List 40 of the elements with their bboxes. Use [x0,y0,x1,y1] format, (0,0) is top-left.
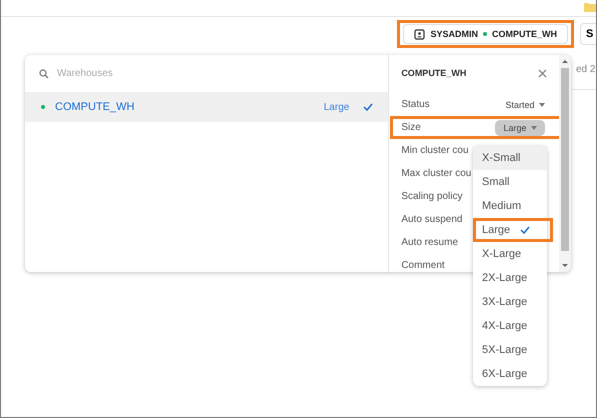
size-option[interactable]: 6X-Large [473,362,547,386]
size-option[interactable]: X-Small [473,146,547,170]
status-dropdown[interactable]: Started [505,100,545,110]
field-label: Max cluster cou [401,168,472,179]
size-option[interactable]: Small [473,170,547,194]
field-label: Min cluster cou [401,145,469,156]
background-text: ed 2 [576,64,596,75]
field-label: Auto resume [401,237,458,248]
caret-icon [531,126,537,130]
details-title: COMPUTE_WH [401,68,466,78]
toolbar-button[interactable]: S [580,23,596,45]
size-option[interactable]: 5X-Large [473,338,547,362]
field-label: Size [401,122,421,133]
size-option[interactable]: 4X-Large [473,314,547,338]
warehouse-size: Large [324,102,350,112]
close-icon[interactable] [538,68,547,78]
size-dropdown[interactable]: Large [495,120,545,136]
warehouse-name: COMPUTE_WH [55,101,136,113]
size-option[interactable]: 3X-Large [473,290,547,314]
warehouse-label: COMPUTE_WH [492,29,557,39]
size-option[interactable]: 2X-Large [473,266,547,290]
folder-icon[interactable] [584,2,596,12]
check-icon [363,103,374,111]
role-icon [414,28,426,40]
status-dot [483,32,487,36]
size-option[interactable]: Large [473,218,553,242]
field-label: Comment [401,260,445,271]
search-field[interactable]: Warehouses [57,68,257,79]
caret-icon [539,103,545,108]
context-selector[interactable]: SYSADMIN COMPUTE_WH [403,24,568,44]
field-label: Scaling policy [401,191,462,202]
warehouse-item[interactable]: COMPUTE_WH Large [25,92,388,122]
role-label: SYSADMIN [430,29,478,39]
field-label: Auto suspend [401,214,462,225]
check-icon [520,226,530,234]
size-option[interactable]: X-Large [473,242,547,266]
search-icon [39,68,49,78]
scrollbar[interactable] [559,55,571,272]
size-option[interactable]: Medium [473,194,547,218]
field-label: Status [401,99,430,110]
